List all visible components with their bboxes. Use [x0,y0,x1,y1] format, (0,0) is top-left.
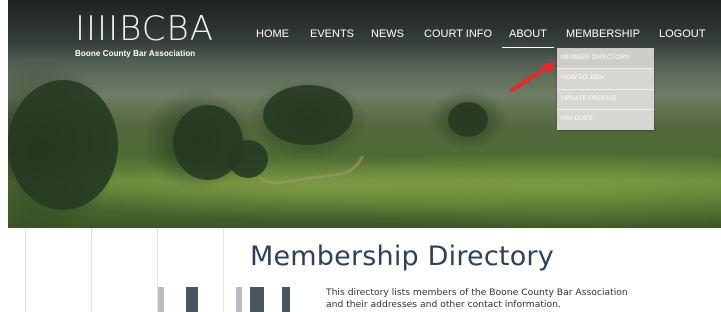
main-nav: HOME EVENTS NEWS COURT INFO ABOUT MEMBER… [0,28,721,44]
column-divider [223,228,224,312]
nav-court-info[interactable]: COURT INFO [424,28,492,40]
nav-events[interactable]: EVENTS [310,28,354,40]
nav-home[interactable]: HOME [256,28,289,40]
tree-cluster [8,80,118,210]
membership-dropdown: MEMBER DIRECTORY HOW TO JOIN UPDATE PROF… [557,48,654,130]
nav-active-underline [502,47,554,48]
page-description: This directory lists members of the Boon… [326,287,628,310]
decorative-bar [158,287,164,312]
menu-item-update-profile[interactable]: UPDATE PROFILE [557,89,654,109]
nav-news[interactable]: NEWS [371,28,404,40]
tree-cluster [448,102,488,137]
decorative-bar [236,287,242,312]
decorative-bar [282,287,290,312]
red-arrow-icon [510,62,556,92]
menu-item-pay-dues[interactable]: PAY DUES [557,109,654,129]
menu-item-member-directory[interactable]: MEMBER DIRECTORY [557,48,654,68]
decorative-bar [250,287,264,312]
tree-cluster [263,85,353,145]
logo-org-name: Boone County Bar Association [75,49,196,58]
nav-about[interactable]: ABOUT [509,28,547,40]
decorative-bar [186,287,198,312]
nav-membership[interactable]: MEMBERSHIP [566,28,640,40]
page-title: Membership Directory [250,241,554,272]
menu-item-how-to-join[interactable]: HOW TO JOIN [557,68,654,88]
column-divider [91,228,92,312]
nav-logout[interactable]: LOGOUT [659,28,705,40]
column-divider [25,228,26,312]
